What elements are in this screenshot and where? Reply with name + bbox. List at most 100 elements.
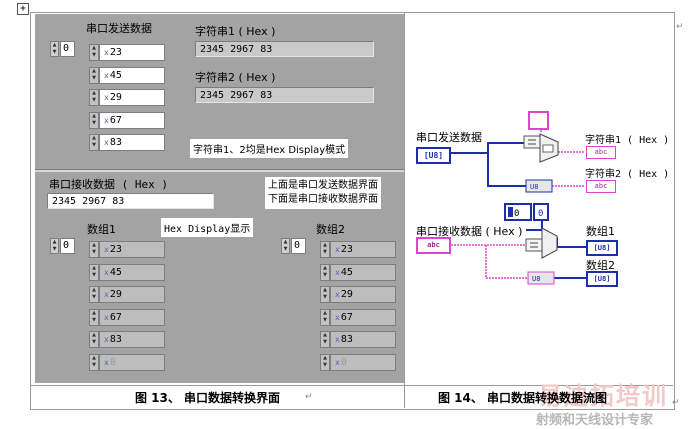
array2-terminal[interactable]: [U8] (586, 271, 618, 287)
element-spinner-icon[interactable]: ▲ ▼ (89, 134, 99, 151)
send-array-index[interactable]: ▲ ▼ 0 (50, 41, 75, 57)
array-element-value[interactable]: x67 (99, 111, 165, 129)
watermark-tagline: 射频和天线设计专家 (536, 413, 654, 428)
constant-value: 0 (514, 209, 519, 219)
array-element[interactable]: ▲ ▼ x23 (89, 44, 165, 61)
table-column-divider (404, 12, 405, 408)
receive-string-control[interactable]: 2345 2967 83 (47, 193, 214, 209)
array-element[interactable]: ▲ ▼ x0 (320, 353, 396, 371)
array-element[interactable]: ▲ ▼ x0 (89, 353, 165, 371)
send-array-label: 串口发送数据 (86, 22, 152, 35)
element-spinner-icon[interactable]: ▲ ▼ (320, 331, 330, 348)
layout-note-line2: 下面是串口接收数据界面 (268, 194, 378, 205)
array-element-text: 23 (340, 244, 353, 255)
array-element-text: 0 (340, 356, 347, 368)
string-terminal-text: abc (594, 182, 608, 190)
element-spinner-icon[interactable]: ▲ ▼ (320, 263, 330, 281)
element-spinner-icon[interactable]: ▲ ▼ (89, 89, 99, 106)
array-element[interactable]: ▲ ▼ x67 (89, 111, 165, 129)
radix-icon: x (335, 335, 340, 344)
string2-indicator: 2345 2967 83 (195, 87, 374, 103)
radix-icon: x (335, 267, 340, 277)
array-element[interactable]: ▲ ▼ x23 (320, 241, 396, 258)
array1-terminal[interactable]: [U8] (586, 240, 618, 256)
radix-icon: x (104, 93, 109, 102)
element-spinner-icon[interactable]: ▲ ▼ (89, 66, 99, 84)
array-element[interactable]: ▲ ▼ x23 (89, 241, 165, 258)
array-element-text: 83 (340, 334, 353, 345)
string1-indicator: 2345 2967 83 (195, 41, 374, 57)
element-spinner-icon[interactable]: ▲ ▼ (320, 308, 330, 326)
array2-index[interactable]: ▲ ▼ 0 (281, 238, 306, 254)
hex-scan-node-icon[interactable] (541, 227, 558, 259)
array-element-text: 67 (109, 114, 122, 126)
receive-string-terminal[interactable]: abc (416, 237, 451, 254)
array-element[interactable]: ▲ ▼ x29 (320, 286, 396, 303)
hex-mode-note: 字符串1、2均是Hex Display模式 (190, 139, 349, 158)
index-value[interactable]: 0 (291, 238, 306, 254)
array-element-value: x45 (330, 263, 396, 281)
table-anchor-icon[interactable]: + (17, 3, 29, 15)
element-spinner-icon[interactable]: ▲ ▼ (89, 44, 99, 61)
scan-node[interactable] (525, 238, 543, 252)
string-terminal-text: abc (427, 241, 440, 249)
element-spinner-icon[interactable]: ▲ ▼ (89, 353, 99, 371)
array-element-text: 23 (109, 244, 122, 255)
string1-label: 字符串1 ( Hex ) (195, 25, 276, 38)
element-spinner-icon[interactable]: ▲ ▼ (89, 331, 99, 348)
array-element[interactable]: ▲ ▼ x45 (320, 263, 396, 281)
array-element-value[interactable]: x45 (99, 66, 165, 84)
diagram-array1-label: 数组1 (586, 225, 615, 238)
string-terminal-text: abc (594, 148, 608, 156)
radix-icon: x (104, 267, 109, 277)
array-element[interactable]: ▲ ▼ x83 (89, 331, 165, 348)
array-element-text: 45 (109, 69, 122, 81)
array-element-text: 0 (109, 356, 116, 368)
array-element-value[interactable]: x23 (99, 44, 165, 61)
radix-icon: x (104, 138, 109, 147)
array-element-value[interactable]: x83 (99, 134, 165, 151)
hex-display-note: Hex Display显示 (161, 218, 254, 237)
array-element-value[interactable]: x29 (99, 89, 165, 106)
empty-string-constant[interactable] (528, 111, 549, 130)
element-spinner-icon[interactable]: ▲ ▼ (89, 241, 99, 258)
element-spinner-icon[interactable]: ▲ ▼ (320, 286, 330, 303)
convert-node[interactable] (523, 135, 541, 149)
radix-icon: x (335, 245, 340, 254)
index-spinner-icon[interactable]: ▲ ▼ (281, 238, 290, 254)
diagram-string2-label: 字符串2 ( Hex ) (585, 169, 670, 180)
u8-tag: U8 (532, 275, 540, 283)
element-spinner-icon[interactable]: ▲ ▼ (320, 353, 330, 371)
array-element[interactable]: ▲ ▼ x29 (89, 89, 165, 106)
array-element-text: 83 (109, 334, 122, 345)
array-element[interactable]: ▲ ▼ x45 (89, 66, 165, 84)
array-element[interactable]: ▲ ▼ x83 (320, 331, 396, 348)
array1-index[interactable]: ▲ ▼ 0 (50, 238, 75, 254)
index-spinner-icon[interactable]: ▲ ▼ (50, 238, 59, 254)
send-array-terminal[interactable]: [U8] (416, 147, 451, 164)
array-element-value: x67 (99, 308, 165, 326)
array-element-value: x83 (330, 331, 396, 348)
array-element[interactable]: ▲ ▼ x83 (89, 134, 165, 151)
diagram-send-label: 串口发送数据 (416, 131, 482, 144)
array-element[interactable]: ▲ ▼ x67 (320, 308, 396, 326)
index-value[interactable]: 0 (60, 41, 75, 57)
index-value[interactable]: 0 (60, 238, 75, 254)
element-spinner-icon[interactable]: ▲ ▼ (89, 263, 99, 281)
element-spinner-icon[interactable]: ▲ ▼ (89, 111, 99, 129)
array-element[interactable]: ▲ ▼ x45 (89, 263, 165, 281)
array-element-value: x67 (330, 308, 396, 326)
element-spinner-icon[interactable]: ▲ ▼ (89, 286, 99, 303)
u8-tag: U8 (530, 183, 538, 191)
element-spinner-icon[interactable]: ▲ ▼ (89, 308, 99, 326)
string2-terminal[interactable]: abc (586, 180, 616, 193)
string1-terminal[interactable]: abc (586, 146, 616, 159)
array-element[interactable]: ▲ ▼ x29 (89, 286, 165, 303)
array-element[interactable]: ▲ ▼ x67 (89, 308, 165, 326)
array-element-value: x0 (99, 353, 165, 371)
element-spinner-icon[interactable]: ▲ ▼ (320, 241, 330, 258)
array-element-text: 29 (109, 289, 122, 300)
paragraph-mark-icon: ↵ (676, 22, 684, 32)
index-spinner-icon[interactable]: ▲ ▼ (50, 41, 59, 57)
array-element-value: x23 (330, 241, 396, 258)
